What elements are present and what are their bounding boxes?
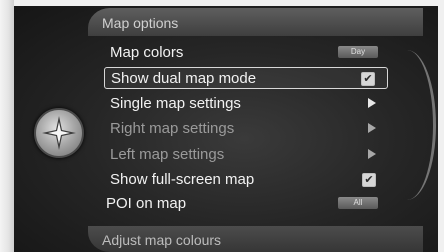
menu-item-map-colors[interactable]: Map colors Day xyxy=(104,42,388,64)
menu-item-label: Left map settings xyxy=(110,146,225,163)
menu-item-left-map-settings: Left map settings xyxy=(104,144,388,166)
frame-top xyxy=(0,0,444,6)
dual-map-checkbox[interactable]: ✔ xyxy=(361,72,375,86)
menu-item-show-dual-map-mode[interactable]: Show dual map mode ✔ xyxy=(104,67,388,89)
chevron-right-icon xyxy=(368,149,376,159)
menu-item-label: Right map settings xyxy=(110,120,235,137)
map-colors-value-badge: Day xyxy=(338,46,378,58)
chevron-right-icon xyxy=(368,98,376,108)
menu-item-show-full-screen-map[interactable]: Show full-screen map ✔ xyxy=(104,169,388,191)
navigation-knob-icon[interactable] xyxy=(34,108,84,158)
chevron-right-icon xyxy=(368,123,376,133)
menu-item-label: POI on map xyxy=(106,195,187,212)
menu-item-right-map-settings: Right map settings xyxy=(104,118,388,140)
frame-right xyxy=(438,0,444,252)
menu-item-label: Show full-screen map xyxy=(110,171,255,188)
menu-item-label: Single map settings xyxy=(110,95,241,112)
adjust-map-colours-button[interactable]: Adjust map colours xyxy=(88,226,423,252)
poi-value-badge: All xyxy=(338,197,378,209)
page-title: Map options xyxy=(88,8,423,36)
menu-item-poi-on-map[interactable]: POI on map All xyxy=(104,193,388,215)
scroll-arc xyxy=(388,50,436,200)
compass-star-icon xyxy=(42,116,76,150)
map-options-screen: Map options Map colors Day Show dual map… xyxy=(0,0,444,252)
menu-item-single-map-settings[interactable]: Single map settings xyxy=(104,93,388,115)
full-screen-map-checkbox[interactable]: ✔ xyxy=(362,173,376,187)
frame-left xyxy=(0,0,14,252)
menu-item-label: Map colors xyxy=(110,44,184,61)
menu-item-label: Show dual map mode xyxy=(111,70,257,87)
